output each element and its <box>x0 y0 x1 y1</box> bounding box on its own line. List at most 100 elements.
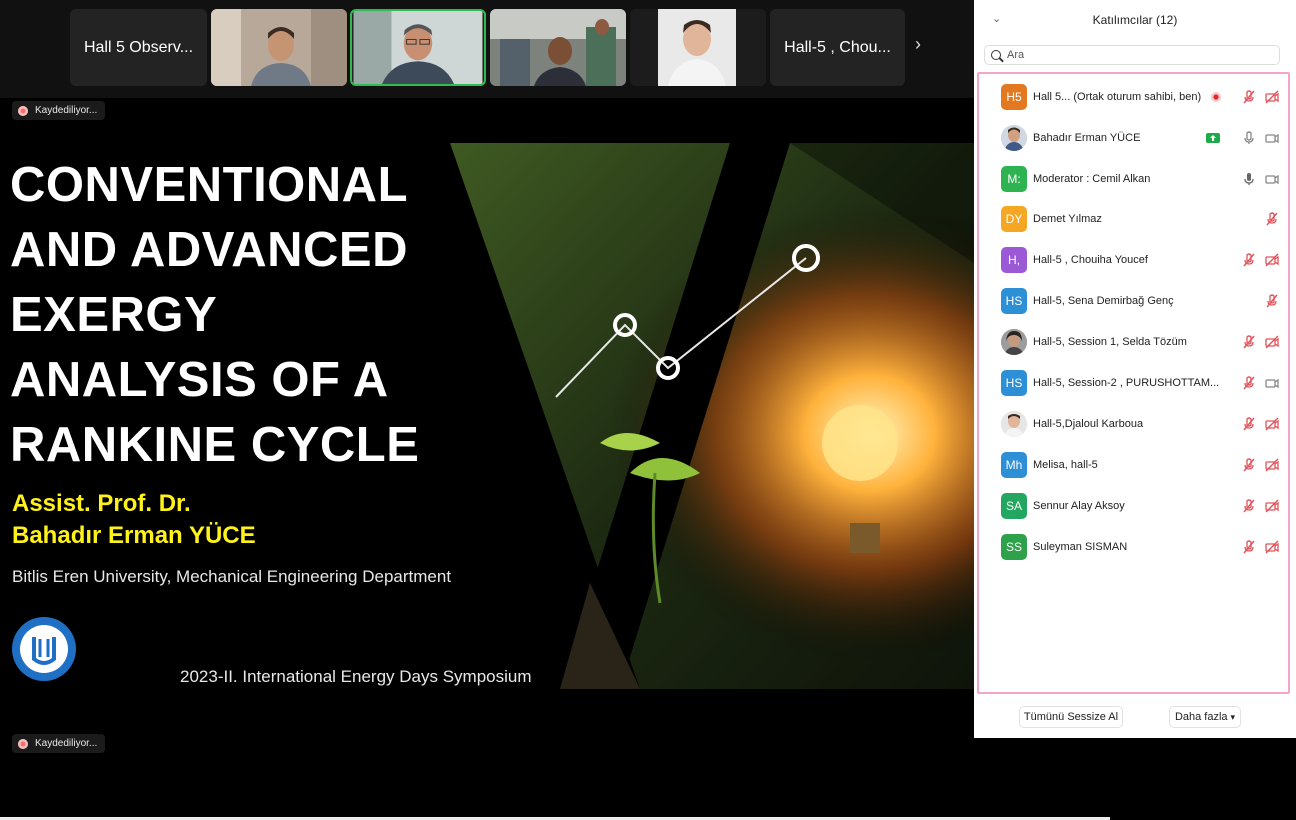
camera-off-icon[interactable] <box>1264 89 1280 105</box>
participant-row[interactable]: Bahadır Erman YÜCE <box>979 123 1288 153</box>
avatar: H, <box>1001 247 1027 273</box>
recording-dot-icon[interactable] <box>1208 89 1224 105</box>
tile-name-label: Hall 5 Observ... <box>83 38 194 56</box>
participant-name: Demet Yılmaz <box>1033 213 1102 225</box>
participant-name: Hall-5, Session-2 , PURUSHOTTAM... <box>1033 377 1220 389</box>
screen-share-icon[interactable] <box>1205 130 1221 146</box>
recording-label: Kaydediliyor... <box>35 738 98 749</box>
avatar: HS <box>1001 370 1027 396</box>
participant-name: Hall 5... (Ortak oturum sahibi, ben) <box>1033 91 1202 103</box>
slide-title-line: CONVENTIONAL <box>10 158 408 212</box>
microphone-muted-icon[interactable] <box>1241 252 1257 268</box>
chevron-right-icon[interactable]: › <box>915 34 921 55</box>
microphone-muted-icon[interactable] <box>1241 89 1257 105</box>
microphone-icon[interactable] <box>1241 130 1257 146</box>
participant-name: Suleyman SISMAN <box>1033 541 1128 553</box>
participant-name: Hall-5, Session 1, Selda Tözüm <box>1033 336 1187 348</box>
slide-title-line: EXERGY <box>10 288 218 342</box>
recording-label: Kaydediliyor... <box>35 105 98 116</box>
search-input[interactable] <box>1007 49 1257 61</box>
participant-video-image <box>630 9 766 86</box>
microphone-muted-icon[interactable] <box>1241 457 1257 473</box>
video-tile-participant-3[interactable] <box>490 9 626 86</box>
avatar: DY <box>1001 206 1027 232</box>
mute-all-button[interactable]: Tümünü Sessize Al <box>1019 706 1123 728</box>
microphone-muted-icon[interactable] <box>1241 334 1257 350</box>
recording-dot-icon <box>18 738 28 749</box>
search-icon <box>991 50 1001 60</box>
zoom-meeting-window: Hall 5 Observ... Hall-5 , Chou... › Kayd… <box>0 0 1296 820</box>
microphone-muted-icon[interactable] <box>1264 293 1280 309</box>
video-tile-participant-1[interactable] <box>211 9 347 86</box>
participant-video-image <box>211 9 347 86</box>
participants-header: ⌄ Katılımcılar (12) <box>974 0 1296 42</box>
camera-icon[interactable] <box>1264 171 1280 187</box>
recording-indicator-bottom: Kaydediliyor... <box>12 734 106 753</box>
participant-row[interactable]: SA Sennur Alay Aksoy <box>979 491 1288 521</box>
participant-row[interactable]: H, Hall-5 , Chouiha Youcef <box>979 245 1288 275</box>
slide-title-line: ANALYSIS OF A <box>10 353 389 407</box>
participant-name: Melisa, hall-5 <box>1033 459 1098 471</box>
participant-row[interactable]: H5 Hall 5... (Ortak oturum sahibi, ben) <box>979 82 1288 112</box>
microphone-muted-icon[interactable] <box>1264 211 1280 227</box>
avatar: H5 <box>1001 84 1027 110</box>
participants-panel: ⌄ Katılımcılar (12) H5 Hall 5... (Ortak o… <box>974 0 1296 738</box>
participant-row[interactable]: Mh Melisa, hall-5 <box>979 450 1288 480</box>
avatar <box>1001 411 1027 437</box>
recording-indicator-top: Kaydediliyor... <box>12 101 106 120</box>
participant-name: Hall-5 , Chouiha Youcef <box>1033 254 1148 266</box>
slide-symposium: 2023-II. International Energy Days Sympo… <box>180 667 532 686</box>
video-tile-hall5-chouiha[interactable]: Hall-5 , Chou... <box>770 9 905 86</box>
gallery-strip: Hall 5 Observ... Hall-5 , Chou... › <box>0 0 974 98</box>
tile-name-label: Hall-5 , Chou... <box>784 38 891 56</box>
participant-video-image <box>490 9 626 86</box>
avatar: M: <box>1001 166 1027 192</box>
participant-name: Hall-5, Sena Demirbağ Genç <box>1033 295 1174 307</box>
participant-name: Sennur Alay Aksoy <box>1033 500 1125 512</box>
participants-footer: Tümünü Sessize Al Daha fazla ▾ <box>974 700 1296 738</box>
participant-row[interactable]: SS Suleyman SISMAN <box>979 532 1288 562</box>
participant-row[interactable]: DY Demet Yılmaz <box>979 204 1288 234</box>
participant-name: Hall-5,Djaloul Karboua <box>1033 418 1144 430</box>
recording-dot-icon <box>18 105 28 116</box>
video-tile-active-speaker[interactable] <box>350 9 486 86</box>
participant-list: H5 Hall 5... (Ortak oturum sahibi, ben) Ba… <box>977 72 1290 694</box>
avatar: SS <box>1001 534 1027 560</box>
slide-author: Assist. Prof. Dr. Bahadır Erman YÜCE <box>12 488 256 552</box>
more-label: Daha fazla <box>1174 711 1228 723</box>
camera-off-icon[interactable] <box>1264 334 1280 350</box>
camera-off-icon[interactable] <box>1264 252 1280 268</box>
video-tile-hall5-observer[interactable]: Hall 5 Observ... <box>70 9 207 86</box>
participant-name: Moderator : Cemil Alkan <box>1033 173 1151 185</box>
video-tile-participant-4[interactable] <box>630 9 766 86</box>
participant-row[interactable]: HS Hall-5, Session-2 , PURUSHOTTAM... <box>979 368 1288 398</box>
avatar <box>1001 329 1027 355</box>
microphone-muted-icon[interactable] <box>1241 498 1257 514</box>
slide-title-line: AND ADVANCED <box>10 223 408 277</box>
participant-search <box>984 45 1280 65</box>
chevron-down-icon: ▾ <box>1230 711 1236 722</box>
shared-screen-slide: CONVENTIONAL AND ADVANCED EXERGY ANALYSI… <box>0 143 974 689</box>
participant-row[interactable]: Hall-5,Djaloul Karboua <box>979 409 1288 439</box>
slide-title: CONVENTIONAL AND ADVANCED EXERGY ANALYSI… <box>10 153 530 478</box>
microphone-muted-icon[interactable] <box>1241 416 1257 432</box>
avatar: SA <box>1001 493 1027 519</box>
participant-name: Bahadır Erman YÜCE <box>1033 132 1141 144</box>
microphone-muted-icon[interactable] <box>1241 375 1257 391</box>
participant-row[interactable]: HS Hall-5, Sena Demirbağ Genç <box>979 286 1288 316</box>
camera-icon[interactable] <box>1264 375 1280 391</box>
participant-row[interactable]: Hall-5, Session 1, Selda Tözüm <box>979 327 1288 357</box>
camera-off-icon[interactable] <box>1264 539 1280 555</box>
camera-off-icon[interactable] <box>1264 457 1280 473</box>
microphone-active-icon[interactable] <box>1241 171 1257 187</box>
more-button[interactable]: Daha fazla ▾ <box>1169 706 1241 728</box>
camera-icon[interactable] <box>1264 130 1280 146</box>
slide-title-line: RANKINE CYCLE <box>10 418 420 472</box>
camera-off-icon[interactable] <box>1264 416 1280 432</box>
avatar <box>1001 125 1027 151</box>
camera-off-icon[interactable] <box>1264 498 1280 514</box>
author-title-line: Assist. Prof. Dr. <box>12 490 191 517</box>
microphone-muted-icon[interactable] <box>1241 539 1257 555</box>
participant-row[interactable]: M: Moderator : Cemil Alkan <box>979 164 1288 194</box>
avatar: Mh <box>1001 452 1027 478</box>
